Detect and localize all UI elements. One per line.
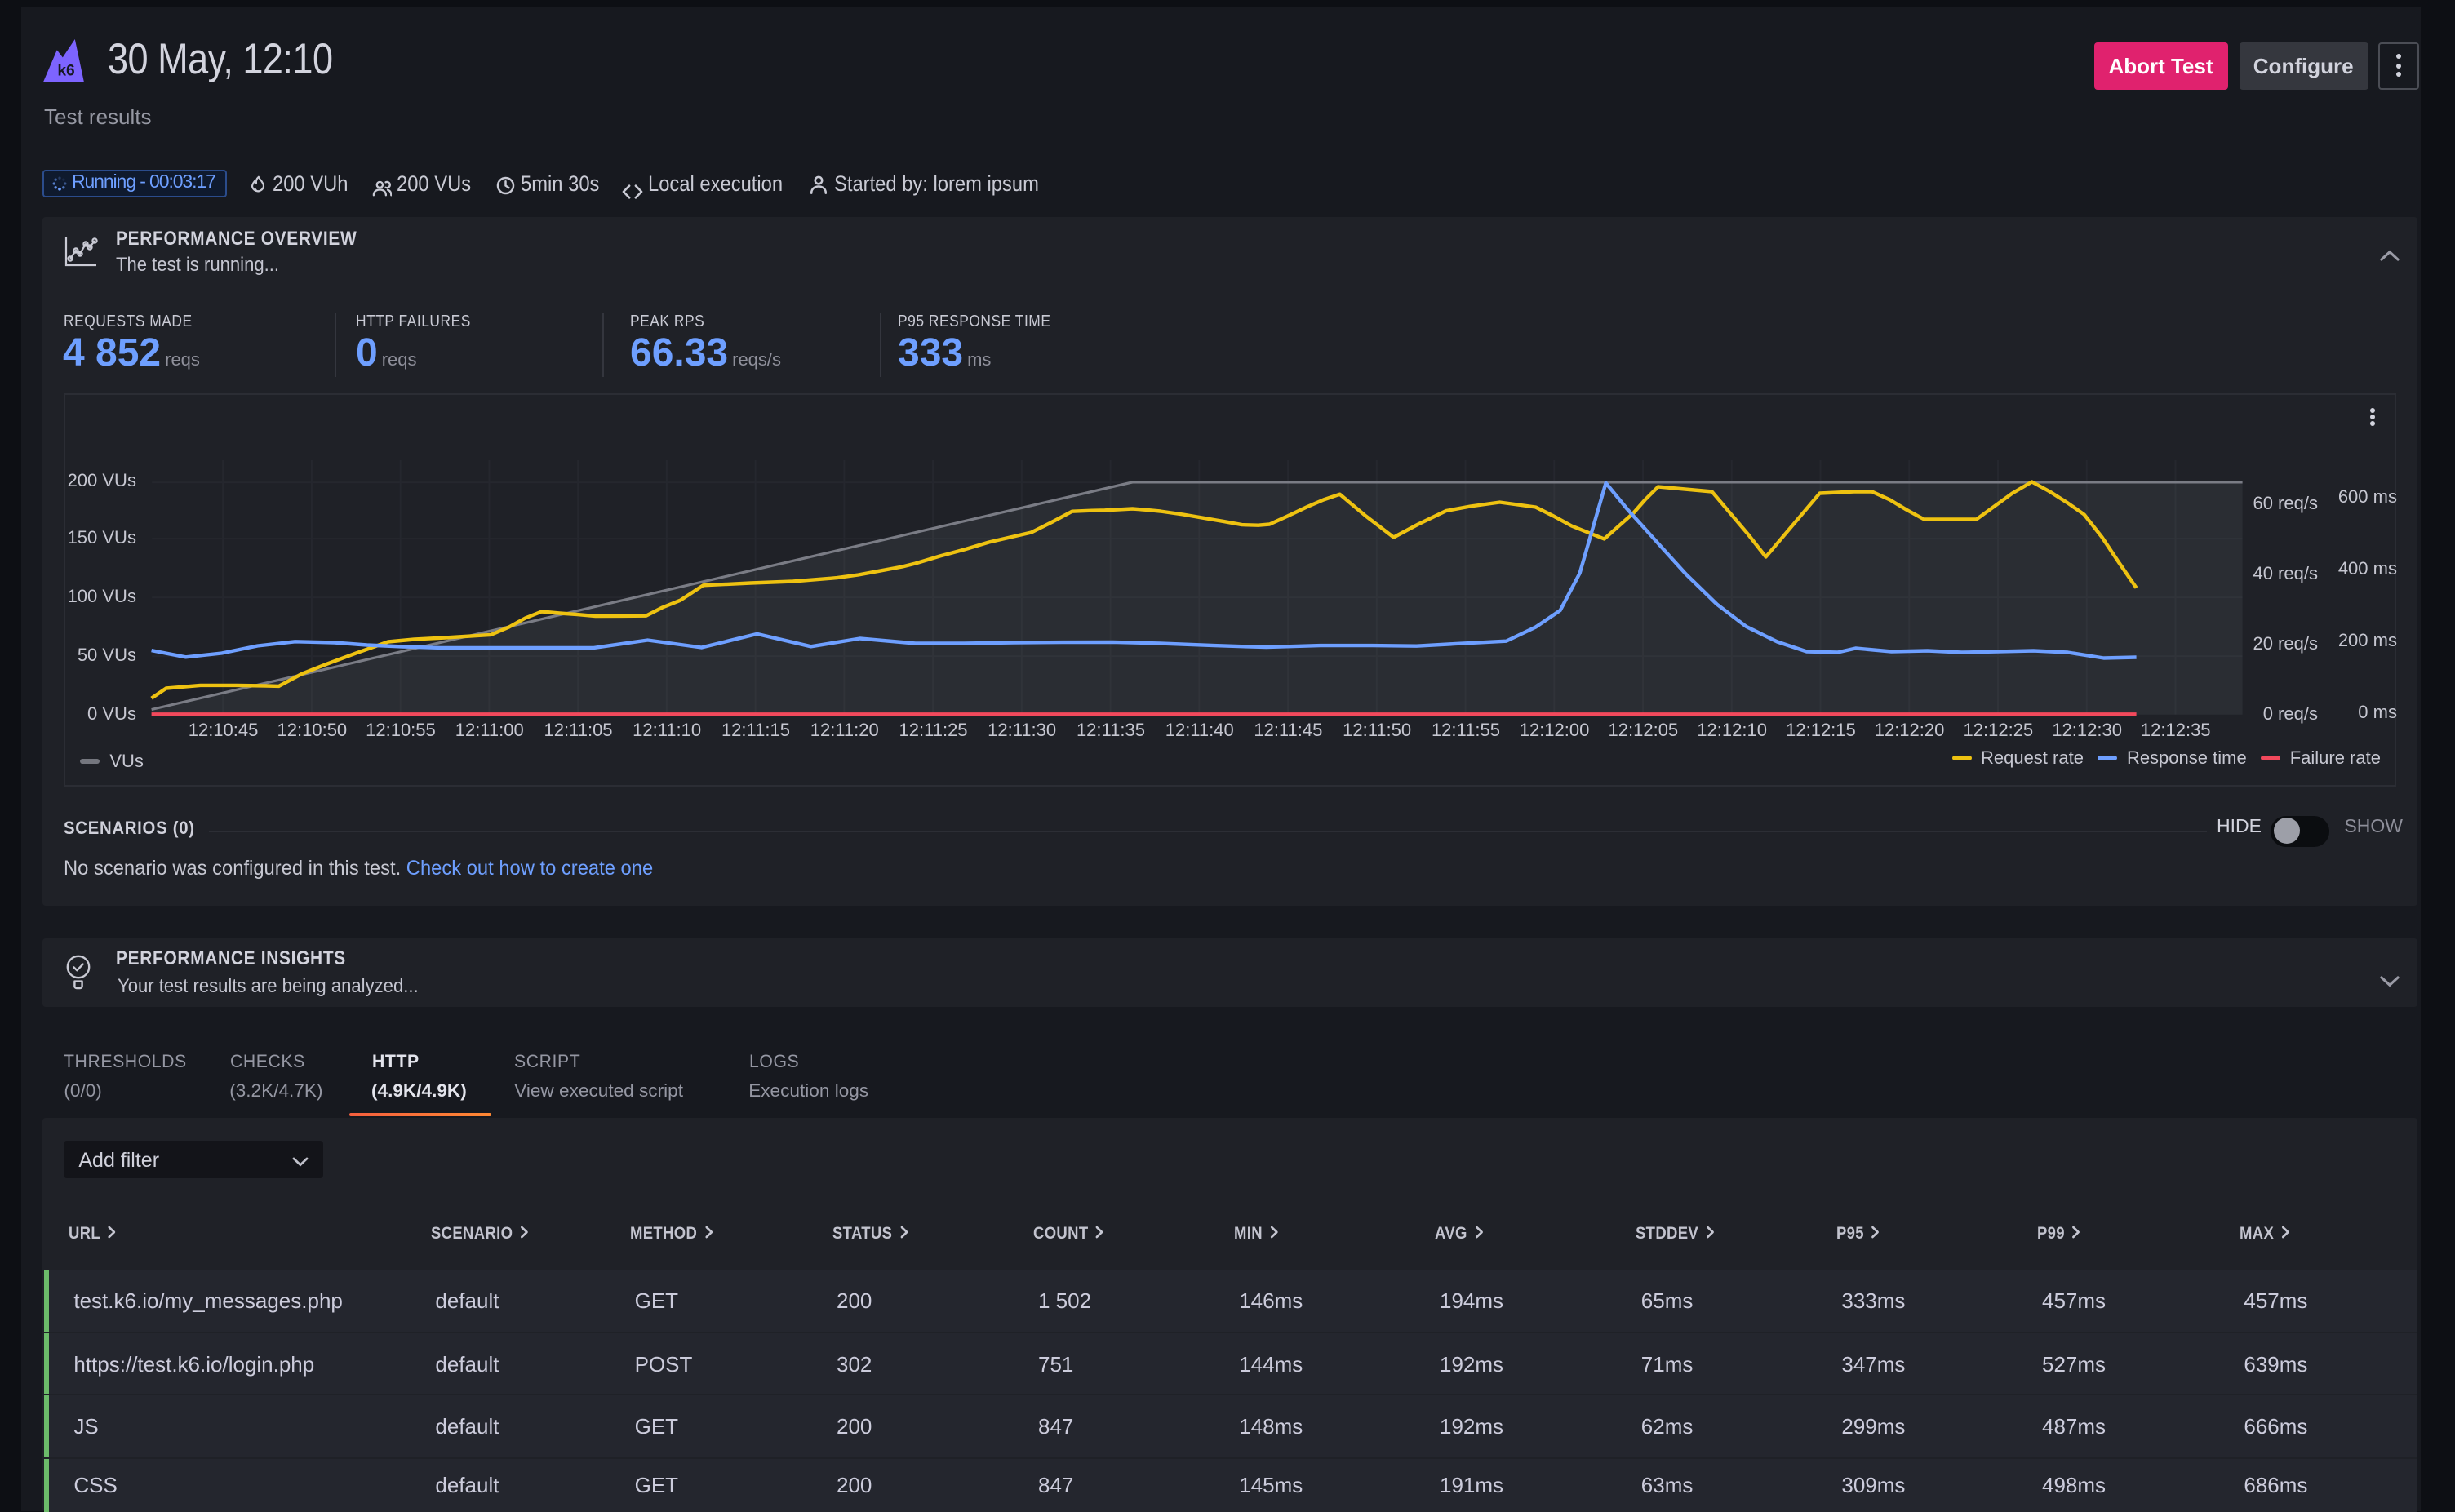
- svg-text:k6: k6: [58, 63, 75, 80]
